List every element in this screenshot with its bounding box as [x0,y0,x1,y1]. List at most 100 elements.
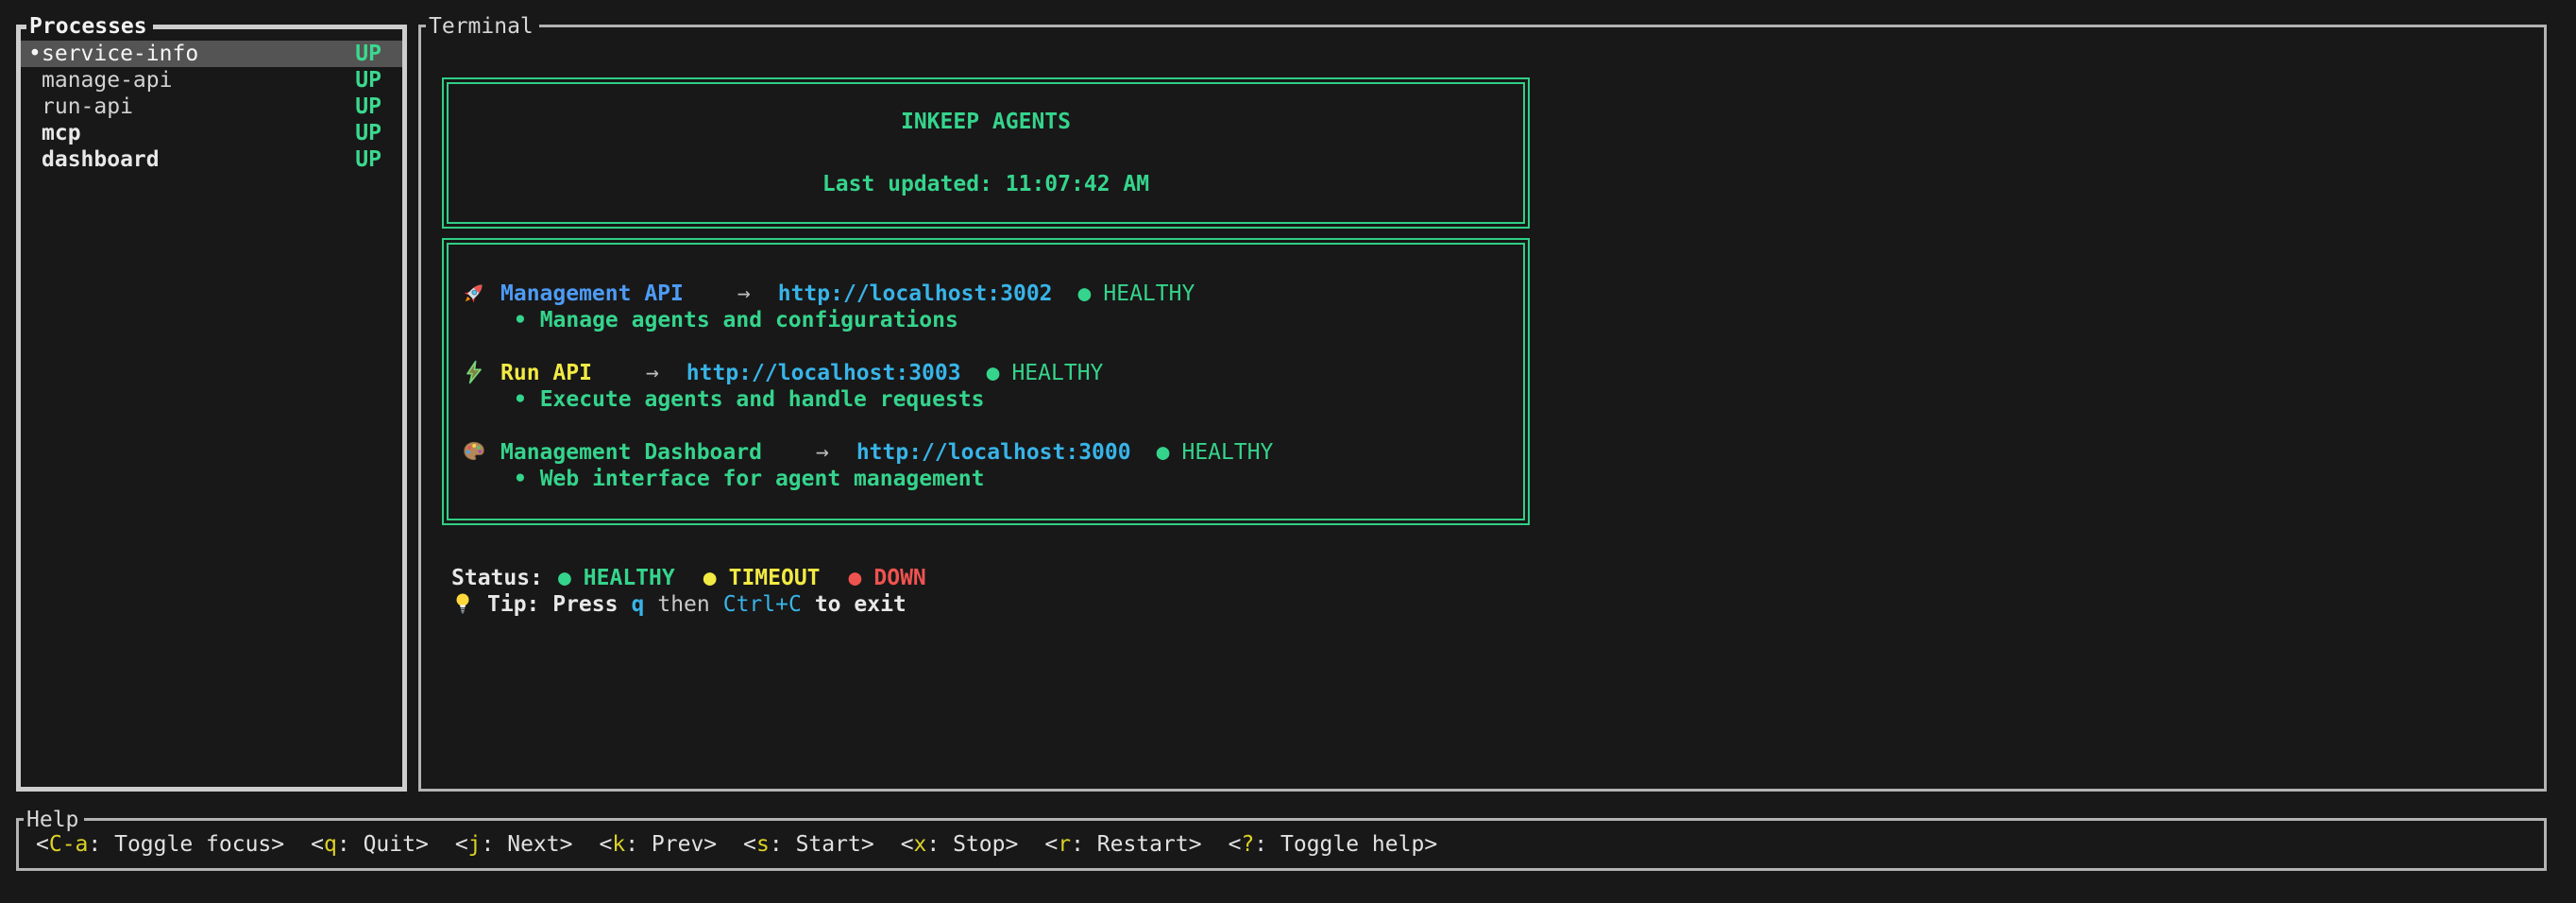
separator: : [926,832,953,857]
service-row-run-api: Run API → http://localhost:3003 ● HEALTHY [462,360,1523,386]
help-item-restart: <r: Restart> [1044,831,1201,858]
healthy-dot-icon: ● [1078,281,1092,306]
process-name: dashboard [42,146,160,173]
service-description: • Manage agents and configurations [462,307,1523,333]
help-key: s [756,832,770,857]
help-label: Next [507,832,559,857]
down-dot-icon: ● [849,566,862,590]
tip-middle: then [657,592,709,617]
rocket-icon [462,281,486,305]
process-status-badge: UP [355,67,381,94]
bracket: > [415,832,429,857]
help-item-toggle-focus: <C-a: Toggle focus> [36,831,284,858]
bracket: < [743,832,756,857]
process-row-service-info[interactable]: • service-info UP [21,41,402,67]
bracket: > [560,832,573,857]
bracket: < [455,832,468,857]
help-key: x [914,832,927,857]
banner-box: INKEEP AGENTS Last updated: 11:07:42 AM [442,77,1530,229]
help-panel: Help <C-a: Toggle focus> <q: Quit> <j: N… [16,818,2547,871]
status-legend: Status:●HEALTHY●TIMEOUT●DOWN [451,565,926,591]
process-name: service-info [42,41,198,67]
service-name: Management Dashboard [500,440,762,465]
help-key: r [1058,832,1071,857]
spacer [462,333,1523,360]
help-item-toggle-help: <?: Toggle help> [1229,831,1438,858]
help-label: Toggle help [1280,832,1424,857]
arrow-icon: → [646,361,659,385]
legend-entry-healthy: ● HEALTHY [558,566,675,590]
process-status-badge: UP [355,146,381,173]
service-row-management-dashboard: Management Dashboard → http://localhost:30… [462,439,1523,466]
help-key: C-a [49,832,89,857]
help-key: ? [1241,832,1254,857]
bracket: < [311,832,324,857]
bracket: > [1424,832,1437,857]
separator: : [337,832,364,857]
separator: : [625,832,652,857]
separator: : [88,832,114,857]
lightning-icon [462,360,486,384]
legend-healthy-label: HEALTHY [584,566,675,590]
arrow-icon: → [737,281,751,306]
services-box: Management API→http://localhost:3002●HEA… [442,238,1530,525]
palette-icon [462,439,486,464]
timeout-dot-icon: ● [703,566,717,590]
service-row-management-api: Management API→http://localhost:3002●HEA… [462,281,1523,307]
legend-entry-down: ● DOWN [849,566,926,590]
help-key: q [324,832,337,857]
separator: : [1254,832,1280,857]
tip-prefix: Tip: Press [487,592,618,617]
service-description: • Web interface for agent management [462,466,1523,492]
arrow-icon: → [816,440,829,465]
service-health-status: HEALTHY [1181,440,1273,465]
service-name: Run API [500,361,592,385]
service-url[interactable]: http://localhost:3000 [856,440,1131,465]
process-name: manage-api [42,67,172,94]
bracket: > [703,832,717,857]
healthy-dot-icon: ● [558,566,571,590]
bracket: < [901,832,914,857]
process-row-mcp[interactable]: mcp UP [21,120,402,146]
process-row-run-api[interactable]: run-api UP [21,94,402,120]
bracket: < [599,832,612,857]
bracket: > [271,832,284,857]
process-row-dashboard[interactable]: dashboard UP [21,146,402,173]
service-url[interactable]: http://localhost:3003 [686,361,961,385]
spacer [462,413,1523,439]
help-label: Quit [364,832,415,857]
help-item-next: <j: Next> [455,831,573,858]
legend-down-label: DOWN [873,566,925,590]
bracket: > [861,832,874,857]
healthy-dot-icon: ● [987,361,1000,385]
help-item-stop: <x: Stop> [901,831,1019,858]
separator: : [770,832,796,857]
process-row-manage-api[interactable]: manage-api UP [21,67,402,94]
bracket: > [1006,832,1019,857]
service-url[interactable]: http://localhost:3002 [778,281,1053,306]
help-label: Prev [652,832,703,857]
last-updated-text: Last updated: 11:07:42 AM [449,171,1523,197]
lightbulb-icon [451,591,474,616]
help-shortcuts-row: <C-a: Toggle focus> <q: Quit> <j: Next> … [19,821,2544,868]
help-label: Start [796,832,861,857]
process-name: mcp [42,120,81,146]
tip-line: Tip: PressqthenCtrl+Cto exit [451,591,907,618]
separator: : [1071,832,1097,857]
banner-title: INKEEP AGENTS [449,109,1523,135]
selected-indicator: • [28,41,42,67]
process-status-badge: UP [355,41,381,67]
mprocs-app: Processes • service-info UP manage-api U… [0,0,2576,903]
terminal-panel-title: Terminal [426,13,539,40]
service-health-status: HEALTHY [1011,361,1103,385]
help-item-quit: <q: Quit> [311,831,429,858]
legend-timeout-label: TIMEOUT [729,566,821,590]
processes-panel: Processes • service-info UP manage-api U… [16,25,407,792]
process-status-badge: UP [355,94,381,120]
terminal-panel[interactable]: Terminal INKEEP AGENTS Last updated: 11:… [418,25,2547,792]
bracket: < [1229,832,1242,857]
legend-entry-timeout: ● TIMEOUT [703,566,821,590]
service-health-status: HEALTHY [1103,281,1195,306]
healthy-dot-icon: ● [1157,440,1170,465]
help-key: j [468,832,482,857]
